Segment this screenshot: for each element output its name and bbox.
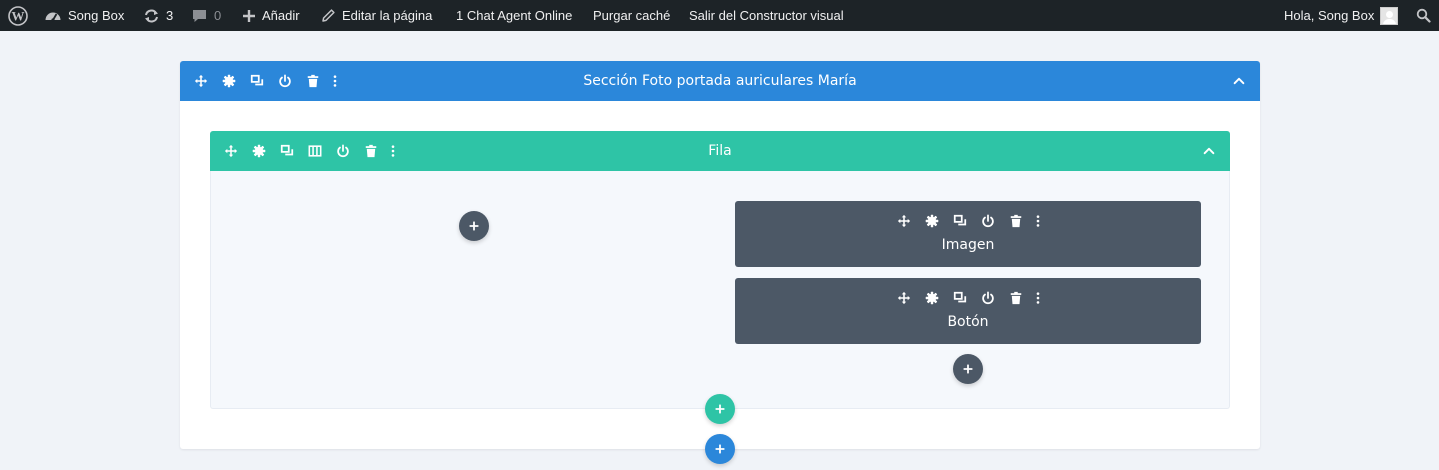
admin-bar-site[interactable]: Song Box xyxy=(44,0,124,31)
admin-bar-exit-builder[interactable]: Salir del Constructor visual xyxy=(689,0,844,31)
duplicate-icon[interactable] xyxy=(273,137,301,165)
admin-bar: W Song Box 3 0 Añadir Editar la página 1… xyxy=(0,0,1439,31)
search-icon xyxy=(1416,8,1431,23)
chevron-up-icon[interactable] xyxy=(1229,71,1249,91)
comments-count: 0 xyxy=(214,8,222,23)
more-options-icon[interactable] xyxy=(327,67,343,95)
move-icon[interactable] xyxy=(217,137,245,165)
site-name: Song Box xyxy=(68,8,125,23)
admin-bar-updates[interactable]: 3 xyxy=(143,0,173,31)
settings-icon[interactable] xyxy=(918,207,946,235)
updates-count: 3 xyxy=(166,8,174,23)
columns-icon[interactable] xyxy=(301,137,329,165)
admin-bar-edit-page[interactable]: Editar la página xyxy=(321,0,432,31)
avatar xyxy=(1380,6,1399,25)
admin-bar-comments[interactable]: 0 xyxy=(191,0,221,31)
delete-icon[interactable] xyxy=(357,137,385,165)
move-icon[interactable] xyxy=(187,67,215,95)
more-options-icon[interactable] xyxy=(385,137,401,165)
save-to-library-icon[interactable] xyxy=(271,67,299,95)
row-header[interactable]: Fila xyxy=(210,131,1230,171)
add-row-button[interactable] xyxy=(705,394,735,424)
more-options-icon[interactable] xyxy=(1030,207,1046,235)
admin-bar-chat[interactable]: 1 Chat Agent Online xyxy=(456,0,572,31)
save-to-library-icon[interactable] xyxy=(974,207,1002,235)
chevron-up-icon[interactable] xyxy=(1199,141,1219,161)
row-toolbar xyxy=(217,131,401,171)
section-header[interactable]: Sección Foto portada auriculares María xyxy=(180,61,1260,101)
refresh-icon xyxy=(143,8,160,24)
admin-bar-purge-cache[interactable]: Purgar caché xyxy=(593,0,670,31)
section-toolbar xyxy=(187,61,343,101)
admin-bar-account[interactable]: Hola, Song Box xyxy=(1284,0,1399,31)
chat-label: 1 Chat Agent Online xyxy=(456,8,573,23)
wordpress-logo-icon[interactable]: W xyxy=(8,0,28,31)
admin-bar-add-new[interactable]: Añadir xyxy=(242,0,300,31)
greeting: Hola, Song Box xyxy=(1284,8,1375,23)
add-module-button[interactable] xyxy=(953,354,983,384)
add-module-button[interactable] xyxy=(459,211,489,241)
plus-icon xyxy=(714,403,726,415)
add-section-button[interactable] xyxy=(705,434,735,464)
section[interactable]: Sección Foto portada auriculares María F… xyxy=(180,61,1260,449)
admin-bar-search[interactable] xyxy=(1416,0,1431,31)
duplicate-icon[interactable] xyxy=(946,207,974,235)
plus-icon xyxy=(714,443,726,455)
module-label: Imagen xyxy=(941,237,995,253)
move-icon[interactable] xyxy=(890,284,918,312)
module-button[interactable]: Botón xyxy=(735,278,1201,344)
plus-icon xyxy=(962,363,974,375)
pencil-icon xyxy=(321,8,336,23)
move-icon[interactable] xyxy=(890,207,918,235)
settings-icon[interactable] xyxy=(245,137,273,165)
more-options-icon[interactable] xyxy=(1030,284,1046,312)
save-to-library-icon[interactable] xyxy=(974,284,1002,312)
save-to-library-icon[interactable] xyxy=(329,137,357,165)
delete-icon[interactable] xyxy=(299,67,327,95)
purge-cache-label: Purgar caché xyxy=(593,8,671,23)
plus-icon xyxy=(468,220,480,232)
edit-page-label: Editar la página xyxy=(342,8,433,23)
delete-icon[interactable] xyxy=(1002,284,1030,312)
dashboard-icon xyxy=(44,8,62,24)
duplicate-icon[interactable] xyxy=(243,67,271,95)
module-toolbar xyxy=(735,207,1201,235)
add-new-label: Añadir xyxy=(262,8,300,23)
duplicate-icon[interactable] xyxy=(946,284,974,312)
module-label: Botón xyxy=(947,314,989,330)
comment-icon xyxy=(191,8,208,24)
svg-text:W: W xyxy=(12,8,25,23)
row[interactable]: Fila Imagen Botón xyxy=(210,131,1230,409)
module-image[interactable]: Imagen xyxy=(735,201,1201,267)
delete-icon[interactable] xyxy=(1002,207,1030,235)
settings-icon[interactable] xyxy=(215,67,243,95)
module-toolbar xyxy=(735,284,1201,312)
exit-builder-label: Salir del Constructor visual xyxy=(689,8,844,23)
settings-icon[interactable] xyxy=(918,284,946,312)
plus-icon xyxy=(242,9,256,23)
